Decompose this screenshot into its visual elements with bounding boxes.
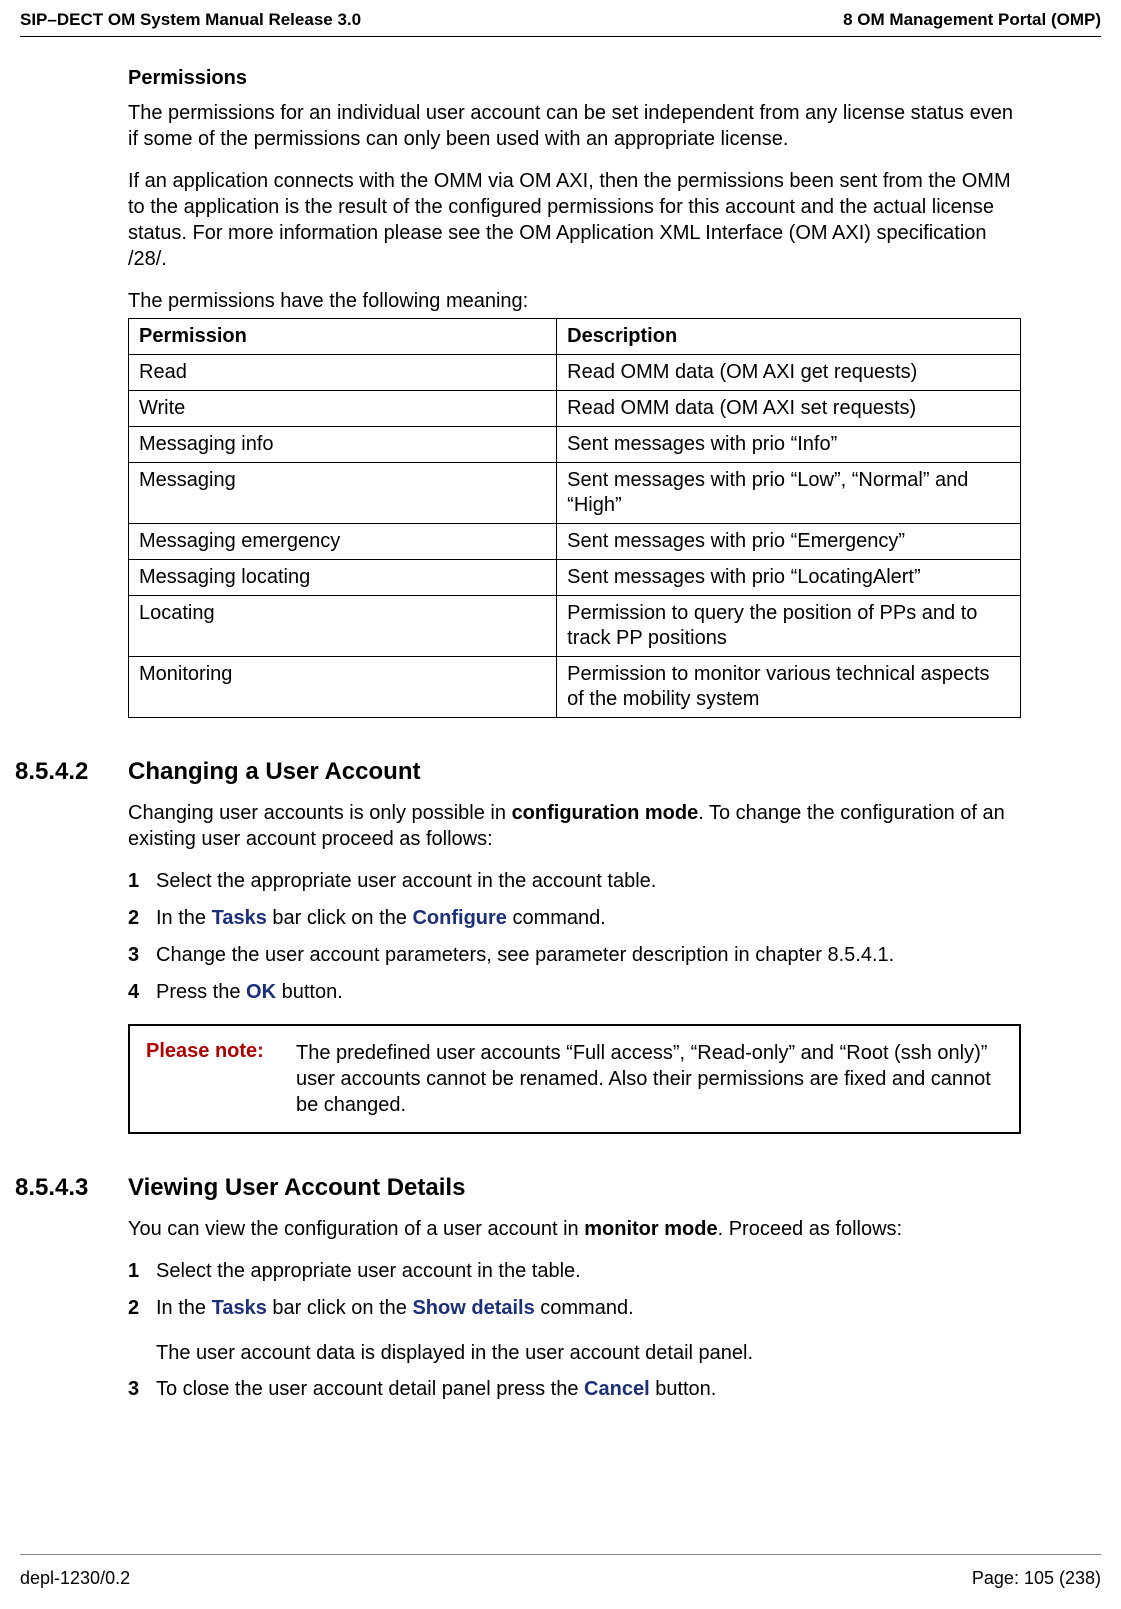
page-header: SIP–DECT OM System Manual Release 3.0 8 … bbox=[0, 0, 1121, 36]
table-row: MonitoringPermission to monitor various … bbox=[129, 657, 1021, 718]
content-area: Permissions The permissions for an indiv… bbox=[128, 67, 1021, 1403]
text: Press the bbox=[156, 981, 246, 1003]
cell-description: Permission to query the position of PPs … bbox=[557, 596, 1021, 657]
step-text: Change the user account parameters, see … bbox=[156, 942, 1021, 969]
text: command. bbox=[535, 1297, 634, 1319]
cell-description: Read OMM data (OM AXI set requests) bbox=[557, 391, 1021, 427]
step-text: Select the appropriate user account in t… bbox=[156, 1258, 1021, 1285]
ui-term-ok: OK bbox=[246, 981, 276, 1003]
ui-term-tasks: Tasks bbox=[212, 1297, 267, 1319]
cell-permission: Locating bbox=[129, 596, 557, 657]
section-8543-steps-cont: 3 To close the user account detail panel… bbox=[128, 1376, 1021, 1403]
footer-right: Page: 105 (238) bbox=[972, 1568, 1101, 1589]
list-item: 2 In the Tasks bar click on the Configur… bbox=[128, 905, 1021, 932]
step-number: 2 bbox=[128, 1295, 156, 1322]
cell-description: Sent messages with prio “Emergency” bbox=[557, 524, 1021, 560]
cell-description: Sent messages with prio “Info” bbox=[557, 427, 1021, 463]
text: command. bbox=[507, 907, 606, 929]
text: bar click on the bbox=[267, 907, 413, 929]
cell-permission: Monitoring bbox=[129, 657, 557, 718]
ui-term-configure: Configure bbox=[412, 907, 506, 929]
header-left: SIP–DECT OM System Manual Release 3.0 bbox=[20, 10, 361, 30]
step-text: Press the OK button. bbox=[156, 979, 1021, 1006]
list-item: 1 Select the appropriate user account in… bbox=[128, 868, 1021, 895]
cell-permission: Read bbox=[129, 355, 557, 391]
text: button. bbox=[650, 1378, 717, 1400]
table-row: ReadRead OMM data (OM AXI get requests) bbox=[129, 355, 1021, 391]
note-text: The predefined user accounts “Full acces… bbox=[296, 1040, 1003, 1118]
step-2-subtext: The user account data is displayed in th… bbox=[156, 1340, 1021, 1366]
footer-rule bbox=[20, 1554, 1101, 1555]
section-8543-intro: You can view the configuration of a user… bbox=[128, 1216, 1021, 1242]
section-title: Changing a User Account bbox=[128, 758, 420, 786]
cell-permission: Messaging info bbox=[129, 427, 557, 463]
cell-permission: Write bbox=[129, 391, 557, 427]
step-number: 3 bbox=[128, 942, 156, 969]
cell-permission: Messaging bbox=[129, 463, 557, 524]
th-description: Description bbox=[557, 319, 1021, 355]
permissions-para-1: The permissions for an individual user a… bbox=[128, 100, 1021, 152]
step-number: 2 bbox=[128, 905, 156, 932]
section-number: 8.5.4.2 bbox=[15, 758, 128, 786]
page: SIP–DECT OM System Manual Release 3.0 8 … bbox=[0, 0, 1121, 1609]
table-row: Messaging infoSent messages with prio “I… bbox=[129, 427, 1021, 463]
list-item: 3 Change the user account parameters, se… bbox=[128, 942, 1021, 969]
permissions-para-3: The permissions have the following meani… bbox=[128, 288, 1021, 314]
section-8543-steps: 1 Select the appropriate user account in… bbox=[128, 1258, 1021, 1322]
bold-text: configuration mode bbox=[512, 802, 699, 824]
text: In the bbox=[156, 1297, 212, 1319]
cell-description: Sent messages with prio “LocatingAlert” bbox=[557, 560, 1021, 596]
header-rule bbox=[20, 36, 1101, 37]
table-row: Messaging locatingSent messages with pri… bbox=[129, 560, 1021, 596]
text: bar click on the bbox=[267, 1297, 413, 1319]
text: Changing user accounts is only possible … bbox=[128, 802, 512, 824]
section-8542-header: 8.5.4.2 Changing a User Account bbox=[15, 758, 1021, 786]
text: . Proceed as follows: bbox=[718, 1218, 903, 1240]
cell-description: Read OMM data (OM AXI get requests) bbox=[557, 355, 1021, 391]
section-number: 8.5.4.3 bbox=[15, 1174, 128, 1202]
table-row: MessagingSent messages with prio “Low”, … bbox=[129, 463, 1021, 524]
table-row: Messaging emergencySent messages with pr… bbox=[129, 524, 1021, 560]
text: button. bbox=[276, 981, 343, 1003]
step-number: 1 bbox=[128, 868, 156, 895]
table-header-row: Permission Description bbox=[129, 319, 1021, 355]
footer-left: depl-1230/0.2 bbox=[20, 1568, 130, 1589]
ui-term-cancel: Cancel bbox=[584, 1378, 650, 1400]
step-number: 1 bbox=[128, 1258, 156, 1285]
text: You can view the configuration of a user… bbox=[128, 1218, 584, 1240]
please-note-box: Please note: The predefined user account… bbox=[128, 1024, 1021, 1134]
step-number: 3 bbox=[128, 1376, 156, 1403]
list-item: 4 Press the OK button. bbox=[128, 979, 1021, 1006]
list-item: 3 To close the user account detail panel… bbox=[128, 1376, 1021, 1403]
header-right: 8 OM Management Portal (OMP) bbox=[843, 10, 1101, 30]
th-permission: Permission bbox=[129, 319, 557, 355]
section-8543-header: 8.5.4.3 Viewing User Account Details bbox=[15, 1174, 1021, 1202]
table-row: WriteRead OMM data (OM AXI set requests) bbox=[129, 391, 1021, 427]
step-number: 4 bbox=[128, 979, 156, 1006]
ui-term-tasks: Tasks bbox=[212, 907, 267, 929]
page-footer: depl-1230/0.2 Page: 105 (238) bbox=[20, 1568, 1101, 1589]
list-item: 1 Select the appropriate user account in… bbox=[128, 1258, 1021, 1285]
step-text: In the Tasks bar click on the Configure … bbox=[156, 905, 1021, 932]
cell-permission: Messaging locating bbox=[129, 560, 557, 596]
section-8542-intro: Changing user accounts is only possible … bbox=[128, 800, 1021, 852]
bold-text: monitor mode bbox=[584, 1218, 717, 1240]
cell-permission: Messaging emergency bbox=[129, 524, 557, 560]
list-item: 2 In the Tasks bar click on the Show det… bbox=[128, 1295, 1021, 1322]
text: To close the user account detail panel p… bbox=[156, 1378, 584, 1400]
note-label: Please note: bbox=[146, 1040, 296, 1118]
step-text: In the Tasks bar click on the Show detai… bbox=[156, 1295, 1021, 1322]
step-text: Select the appropriate user account in t… bbox=[156, 868, 1021, 895]
permissions-heading: Permissions bbox=[128, 67, 1021, 90]
ui-term-show-details: Show details bbox=[412, 1297, 534, 1319]
section-title: Viewing User Account Details bbox=[128, 1174, 465, 1202]
table-row: LocatingPermission to query the position… bbox=[129, 596, 1021, 657]
step-text: To close the user account detail panel p… bbox=[156, 1376, 1021, 1403]
permissions-table: Permission Description ReadRead OMM data… bbox=[128, 318, 1021, 718]
text: In the bbox=[156, 907, 212, 929]
permissions-para-2: If an application connects with the OMM … bbox=[128, 168, 1021, 272]
cell-description: Permission to monitor various technical … bbox=[557, 657, 1021, 718]
section-8542-steps: 1 Select the appropriate user account in… bbox=[128, 868, 1021, 1006]
cell-description: Sent messages with prio “Low”, “Normal” … bbox=[557, 463, 1021, 524]
